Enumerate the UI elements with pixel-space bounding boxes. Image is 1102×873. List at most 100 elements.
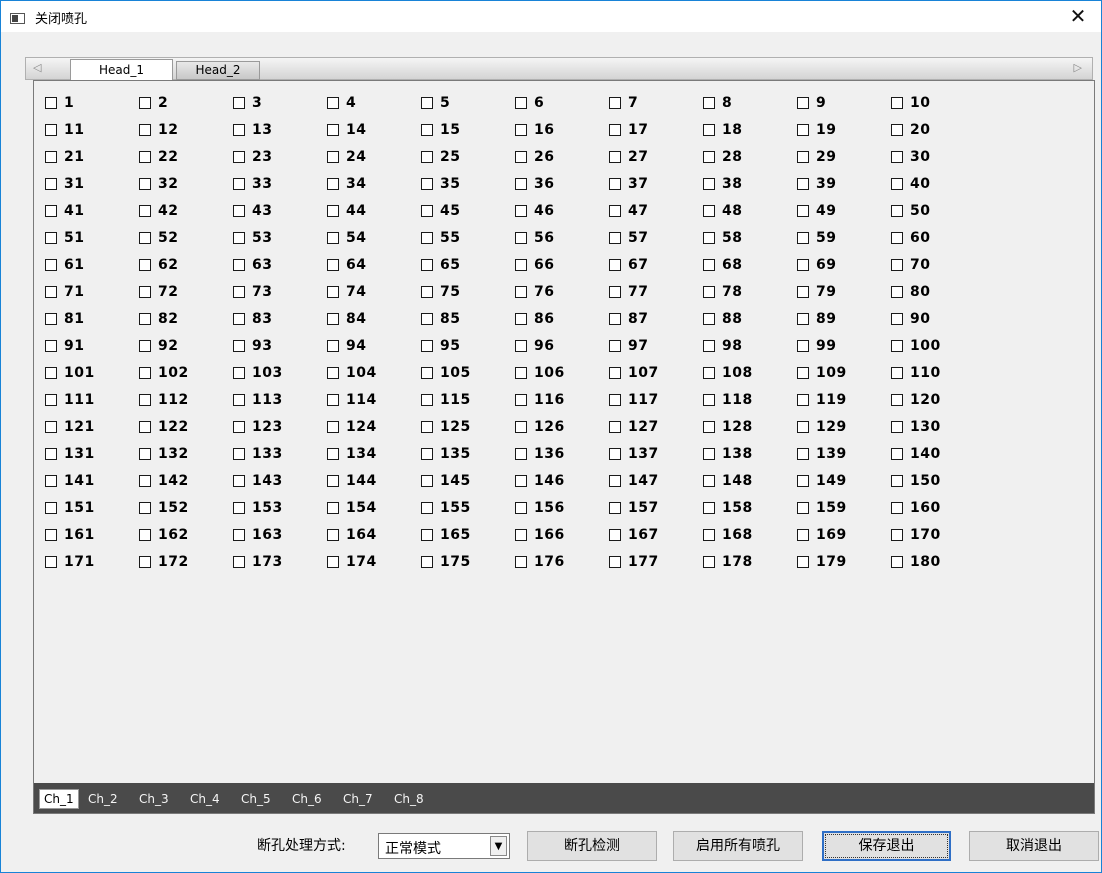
nozzle-checkbox[interactable]: 122 xyxy=(139,417,233,437)
nozzle-checkbox[interactable]: 170 xyxy=(891,525,985,545)
checkbox-box[interactable] xyxy=(139,394,151,406)
nozzle-checkbox[interactable]: 80 xyxy=(891,282,985,302)
checkbox-box[interactable] xyxy=(45,340,57,352)
checkbox-box[interactable] xyxy=(797,178,809,190)
nozzle-checkbox[interactable]: 93 xyxy=(233,336,327,356)
checkbox-box[interactable] xyxy=(891,529,903,541)
checkbox-box[interactable] xyxy=(797,502,809,514)
checkbox-box[interactable] xyxy=(139,232,151,244)
nozzle-checkbox[interactable]: 1 xyxy=(45,93,139,113)
checkbox-box[interactable] xyxy=(515,367,527,379)
nozzle-checkbox[interactable]: 158 xyxy=(703,498,797,518)
cancel-exit-button[interactable]: 取消退出 xyxy=(969,831,1099,861)
nozzle-checkbox[interactable]: 63 xyxy=(233,255,327,275)
checkbox-box[interactable] xyxy=(233,502,245,514)
checkbox-box[interactable] xyxy=(233,394,245,406)
enable-all-button[interactable]: 启用所有喷孔 xyxy=(673,831,803,861)
checkbox-box[interactable] xyxy=(703,124,715,136)
nozzle-checkbox[interactable]: 140 xyxy=(891,444,985,464)
checkbox-box[interactable] xyxy=(703,394,715,406)
nozzle-checkbox[interactable]: 26 xyxy=(515,147,609,167)
nozzle-checkbox[interactable]: 161 xyxy=(45,525,139,545)
checkbox-box[interactable] xyxy=(45,367,57,379)
nozzle-checkbox[interactable]: 18 xyxy=(703,120,797,140)
checkbox-box[interactable] xyxy=(891,151,903,163)
nozzle-checkbox[interactable]: 91 xyxy=(45,336,139,356)
nozzle-checkbox[interactable]: 160 xyxy=(891,498,985,518)
nozzle-checkbox[interactable]: 136 xyxy=(515,444,609,464)
nozzle-checkbox[interactable]: 3 xyxy=(233,93,327,113)
nozzle-checkbox[interactable]: 38 xyxy=(703,174,797,194)
nozzle-checkbox[interactable]: 55 xyxy=(421,228,515,248)
checkbox-box[interactable] xyxy=(515,232,527,244)
checkbox-box[interactable] xyxy=(139,448,151,460)
checkbox-box[interactable] xyxy=(797,475,809,487)
checkbox-box[interactable] xyxy=(421,97,433,109)
checkbox-box[interactable] xyxy=(891,475,903,487)
tab-ch-8[interactable]: Ch_8 xyxy=(393,790,425,808)
nozzle-checkbox[interactable]: 60 xyxy=(891,228,985,248)
checkbox-box[interactable] xyxy=(797,232,809,244)
checkbox-box[interactable] xyxy=(139,313,151,325)
nozzle-checkbox[interactable]: 50 xyxy=(891,201,985,221)
checkbox-box[interactable] xyxy=(515,259,527,271)
checkbox-box[interactable] xyxy=(609,367,621,379)
checkbox-box[interactable] xyxy=(45,529,57,541)
checkbox-box[interactable] xyxy=(45,448,57,460)
dropdown-arrow-icon[interactable]: ▼ xyxy=(490,836,507,856)
nozzle-checkbox[interactable]: 37 xyxy=(609,174,703,194)
checkbox-box[interactable] xyxy=(515,286,527,298)
nozzle-checkbox[interactable]: 72 xyxy=(139,282,233,302)
checkbox-box[interactable] xyxy=(327,259,339,271)
nozzle-checkbox[interactable]: 79 xyxy=(797,282,891,302)
checkbox-box[interactable] xyxy=(139,178,151,190)
checkbox-box[interactable] xyxy=(703,340,715,352)
nozzle-checkbox[interactable]: 166 xyxy=(515,525,609,545)
nozzle-checkbox[interactable]: 56 xyxy=(515,228,609,248)
nozzle-checkbox[interactable]: 173 xyxy=(233,552,327,572)
checkbox-box[interactable] xyxy=(45,151,57,163)
checkbox-box[interactable] xyxy=(233,421,245,433)
nozzle-checkbox[interactable]: 152 xyxy=(139,498,233,518)
checkbox-box[interactable] xyxy=(703,205,715,217)
nozzle-checkbox[interactable]: 114 xyxy=(327,390,421,410)
checkbox-box[interactable] xyxy=(45,124,57,136)
nozzle-checkbox[interactable]: 113 xyxy=(233,390,327,410)
checkbox-box[interactable] xyxy=(891,502,903,514)
tab-ch-3[interactable]: Ch_3 xyxy=(138,790,170,808)
checkbox-box[interactable] xyxy=(891,448,903,460)
nozzle-checkbox[interactable]: 46 xyxy=(515,201,609,221)
checkbox-box[interactable] xyxy=(233,475,245,487)
checkbox-box[interactable] xyxy=(327,286,339,298)
close-icon[interactable]: ✕ xyxy=(1055,1,1101,32)
checkbox-box[interactable] xyxy=(327,394,339,406)
checkbox-box[interactable] xyxy=(421,232,433,244)
checkbox-box[interactable] xyxy=(609,286,621,298)
nozzle-checkbox[interactable]: 130 xyxy=(891,417,985,437)
nozzle-checkbox[interactable]: 5 xyxy=(421,93,515,113)
nozzle-checkbox[interactable]: 9 xyxy=(797,93,891,113)
checkbox-box[interactable] xyxy=(703,448,715,460)
nozzle-checkbox[interactable]: 108 xyxy=(703,363,797,383)
nozzle-checkbox[interactable]: 28 xyxy=(703,147,797,167)
nozzle-checkbox[interactable]: 94 xyxy=(327,336,421,356)
checkbox-box[interactable] xyxy=(703,97,715,109)
checkbox-box[interactable] xyxy=(703,502,715,514)
checkbox-box[interactable] xyxy=(327,556,339,568)
checkbox-box[interactable] xyxy=(233,178,245,190)
checkbox-box[interactable] xyxy=(891,340,903,352)
checkbox-box[interactable] xyxy=(891,97,903,109)
checkbox-box[interactable] xyxy=(421,475,433,487)
nozzle-checkbox[interactable]: 179 xyxy=(797,552,891,572)
checkbox-box[interactable] xyxy=(515,97,527,109)
nozzle-checkbox[interactable]: 71 xyxy=(45,282,139,302)
nozzle-checkbox[interactable]: 54 xyxy=(327,228,421,248)
checkbox-box[interactable] xyxy=(797,529,809,541)
checkbox-box[interactable] xyxy=(233,205,245,217)
checkbox-box[interactable] xyxy=(421,178,433,190)
nozzle-checkbox[interactable]: 149 xyxy=(797,471,891,491)
nozzle-checkbox[interactable]: 172 xyxy=(139,552,233,572)
checkbox-box[interactable] xyxy=(45,259,57,271)
nozzle-checkbox[interactable]: 92 xyxy=(139,336,233,356)
nozzle-checkbox[interactable]: 180 xyxy=(891,552,985,572)
